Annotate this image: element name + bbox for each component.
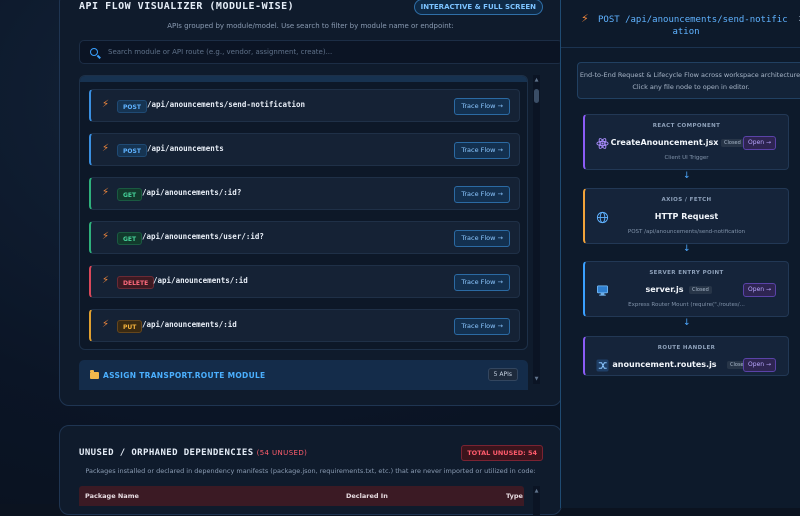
trace-flow-button[interactable]: Trace Flow → bbox=[454, 318, 510, 335]
flow-panel-subtitle: APIs grouped by module/model. Use search… bbox=[60, 22, 561, 30]
column-type[interactable]: Type bbox=[506, 492, 523, 500]
node-subtitle: Client UI Trigger bbox=[585, 155, 788, 161]
method-badge: POST bbox=[117, 100, 147, 113]
unused-description: Packages installed or declared in depend… bbox=[60, 467, 561, 475]
endpoint-row[interactable]: ⚡ DELETE /api/anouncements/:id Trace Flo… bbox=[89, 265, 520, 298]
scroll-down-icon[interactable]: ▼ bbox=[533, 376, 540, 382]
trace-flow-panel: ⚡ POST /api/anouncements/send-notific at… bbox=[560, 0, 800, 508]
flow-panel-title: API FLOW VISUALIZER (MODULE-WISE) bbox=[79, 1, 294, 12]
endpoint-route: /api/anouncements/:id bbox=[142, 320, 237, 329]
trace-flow-button[interactable]: Trace Flow → bbox=[454, 274, 510, 291]
unused-panel-title: UNUSED / ORPHANED DEPENDENCIES(54 UNUSED… bbox=[79, 448, 307, 458]
node-status-badge: Closed bbox=[721, 139, 744, 147]
bolt-icon: ⚡ bbox=[102, 187, 109, 198]
node-type: SERVER ENTRY POINT bbox=[585, 270, 788, 276]
arrow-down-icon: ↓ bbox=[683, 171, 691, 181]
endpoint-row[interactable]: ⚡ GET /api/anouncements/user/:id? Trace … bbox=[89, 221, 520, 254]
node-file-name: HTTP Request bbox=[585, 212, 788, 221]
endpoint-route: /api/anouncements/user/:id? bbox=[142, 232, 264, 241]
node-subtitle: POST /api/anouncements/send-notification bbox=[585, 229, 788, 235]
endpoint-row[interactable]: ⚡ PUT /api/anouncements/:id Trace Flow → bbox=[89, 309, 520, 342]
deps-scrollbar[interactable]: ▲ bbox=[533, 486, 540, 516]
list-scrollbar[interactable]: ▲ ▼ bbox=[533, 75, 540, 384]
bolt-icon: ⚡ bbox=[102, 143, 109, 154]
method-badge: GET bbox=[117, 232, 142, 245]
endpoint-route: /api/anouncements/send-notification bbox=[147, 100, 305, 109]
endpoint-route: /api/anouncements/:id bbox=[153, 276, 248, 285]
open-file-button[interactable]: Open → bbox=[743, 136, 776, 150]
scroll-thumb[interactable] bbox=[534, 89, 539, 103]
api-flow-panel: API FLOW VISUALIZER (MODULE-WISE) INTERA… bbox=[59, 0, 562, 406]
folder-icon bbox=[90, 372, 99, 379]
bolt-icon: ⚡ bbox=[102, 275, 109, 286]
trace-flow-button[interactable]: Trace Flow → bbox=[454, 230, 510, 247]
trace-panel-header: ⚡ POST /api/anouncements/send-notific at… bbox=[561, 0, 800, 48]
api-count-badge: 5 APIs bbox=[488, 368, 518, 381]
search-icon bbox=[90, 48, 98, 56]
endpoint-route: /api/anouncements bbox=[147, 144, 224, 153]
trace-flow-button[interactable]: Trace Flow → bbox=[454, 186, 510, 203]
open-file-button[interactable]: Open → bbox=[743, 283, 776, 297]
endpoint-row[interactable]: ⚡ POST /api/anouncements Trace Flow → bbox=[89, 133, 520, 166]
trace-flow-button[interactable]: Trace Flow → bbox=[454, 142, 510, 159]
node-status-badge: Closed bbox=[689, 286, 712, 294]
flow-node-server-entry[interactable]: SERVER ENTRY POINT server.js Closed Open… bbox=[583, 261, 789, 317]
trace-description: End-to-End Request & Lifecycle Flow acro… bbox=[577, 62, 800, 99]
node-file-name[interactable]: server.js bbox=[563, 285, 766, 294]
method-badge: DELETE bbox=[117, 276, 154, 289]
bolt-icon: ⚡ bbox=[102, 231, 109, 242]
method-badge: GET bbox=[117, 188, 142, 201]
node-type: ROUTE HANDLER bbox=[585, 345, 788, 351]
scroll-up-icon[interactable]: ▲ bbox=[533, 77, 540, 83]
trace-panel-title: POST /api/anouncements/send-notific atio… bbox=[598, 14, 798, 38]
module-endpoint-list: ⚡ POST /api/anouncements/send-notificati… bbox=[79, 75, 528, 350]
bolt-icon: ⚡ bbox=[102, 319, 109, 330]
flow-node-react-component[interactable]: REACT COMPONENT CreateAnouncement.jsx Cl… bbox=[583, 114, 789, 170]
flow-node-route-handler[interactable]: ROUTE HANDLER anouncement.routes.js Clos… bbox=[583, 336, 789, 376]
module-header-transport[interactable]: ASSIGN TRANSPORT.ROUTE MODULE 5 APIs bbox=[79, 360, 528, 390]
method-badge: PUT bbox=[117, 320, 142, 333]
total-unused-badge: TOTAL UNUSED: 54 bbox=[461, 445, 543, 461]
bolt-icon: ⚡ bbox=[581, 12, 589, 25]
module-header-bar bbox=[80, 76, 527, 82]
node-type: AXIOS / FETCH bbox=[585, 197, 788, 203]
scroll-up-icon[interactable]: ▲ bbox=[533, 488, 540, 494]
fullscreen-badge[interactable]: INTERACTIVE & FULL SCREEN bbox=[414, 0, 543, 15]
endpoint-route: /api/anouncements/:id? bbox=[142, 188, 241, 197]
trace-title-line2: ation bbox=[586, 26, 786, 38]
column-package-name[interactable]: Package Name bbox=[85, 492, 139, 500]
arrow-down-icon: ↓ bbox=[683, 244, 691, 254]
unused-dependencies-panel: UNUSED / ORPHANED DEPENDENCIES(54 UNUSED… bbox=[59, 425, 562, 515]
node-subtitle: Express Router Mount (require("./routes/… bbox=[585, 302, 788, 308]
deps-table-header: Package Name Declared In Type bbox=[79, 486, 524, 506]
search-box bbox=[79, 40, 563, 64]
bolt-icon: ⚡ bbox=[102, 99, 109, 110]
trace-title-line1: POST /api/anouncements/send-notific bbox=[598, 15, 788, 25]
flow-node-http-request: AXIOS / FETCH HTTP Request POST /api/ano… bbox=[583, 188, 789, 244]
module-title: ASSIGN TRANSPORT.ROUTE MODULE bbox=[103, 371, 265, 380]
unused-title-text: UNUSED / ORPHANED DEPENDENCIES bbox=[79, 448, 254, 458]
method-badge: POST bbox=[117, 144, 147, 157]
trace-flow-button[interactable]: Trace Flow → bbox=[454, 98, 510, 115]
search-input[interactable] bbox=[108, 41, 548, 63]
endpoint-row[interactable]: ⚡ GET /api/anouncements/:id? Trace Flow … bbox=[89, 177, 520, 210]
open-file-button[interactable]: Open → bbox=[743, 358, 776, 372]
unused-count: (54 UNUSED) bbox=[257, 449, 308, 457]
endpoint-row[interactable]: ⚡ POST /api/anouncements/send-notificati… bbox=[89, 89, 520, 122]
node-type: REACT COMPONENT bbox=[585, 123, 788, 129]
column-declared-in[interactable]: Declared In bbox=[346, 492, 388, 500]
arrow-down-icon: ↓ bbox=[683, 318, 691, 328]
